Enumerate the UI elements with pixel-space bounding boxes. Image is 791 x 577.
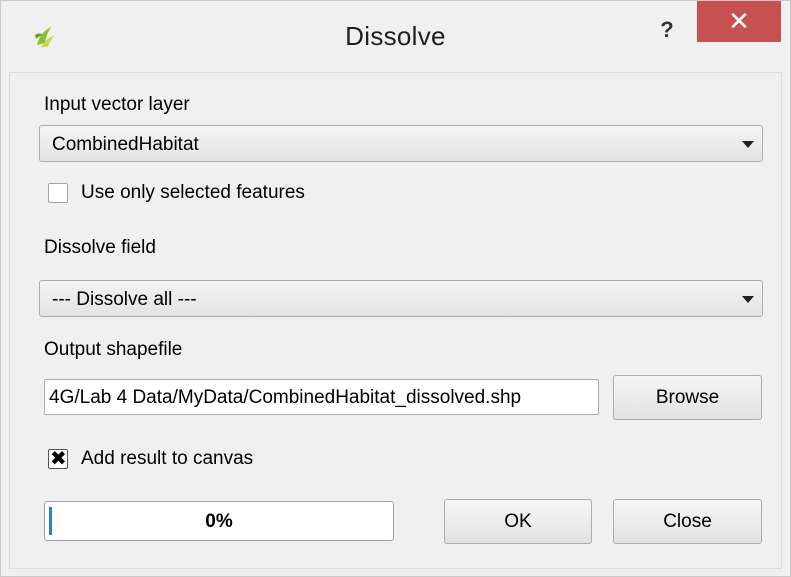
chevron-down-icon	[742, 296, 754, 303]
dissolve-field-select[interactable]: --- Dissolve all ---	[39, 280, 763, 317]
output-shapefile-value: 4G/Lab 4 Data/MyData/CombinedHabitat_dis…	[49, 387, 522, 408]
window-close-button[interactable]: ✕	[697, 1, 781, 42]
input-layer-value: CombinedHabitat	[52, 134, 199, 155]
add-result-checkbox[interactable]: ✖	[48, 448, 68, 470]
chevron-down-icon	[742, 141, 754, 148]
output-shapefile-label: Output shapefile	[44, 339, 183, 360]
ok-button[interactable]: OK	[444, 499, 592, 544]
use-selected-label: Use only selected features	[81, 182, 305, 203]
add-result-label: Add result to canvas	[81, 448, 254, 469]
close-button[interactable]: Close	[613, 499, 762, 544]
help-button[interactable]: ?	[656, 15, 678, 45]
checkmark-icon: ✖	[50, 448, 67, 470]
input-layer-label: Input vector layer	[44, 94, 190, 115]
browse-button[interactable]: Browse	[613, 375, 762, 420]
progress-bar: 0%	[44, 501, 394, 541]
title-bar[interactable]: Dissolve ? ✕	[1, 1, 790, 73]
progress-text: 0%	[205, 511, 233, 532]
dissolve-dialog: Dissolve ? ✕ Input vector layer Combined…	[0, 0, 791, 577]
output-shapefile-input[interactable]: 4G/Lab 4 Data/MyData/CombinedHabitat_dis…	[44, 379, 599, 415]
input-layer-select[interactable]: CombinedHabitat	[39, 125, 763, 162]
dissolve-field-label: Dissolve field	[44, 237, 156, 258]
dissolve-field-value: --- Dissolve all ---	[52, 289, 197, 310]
use-selected-checkbox[interactable]	[48, 183, 68, 203]
